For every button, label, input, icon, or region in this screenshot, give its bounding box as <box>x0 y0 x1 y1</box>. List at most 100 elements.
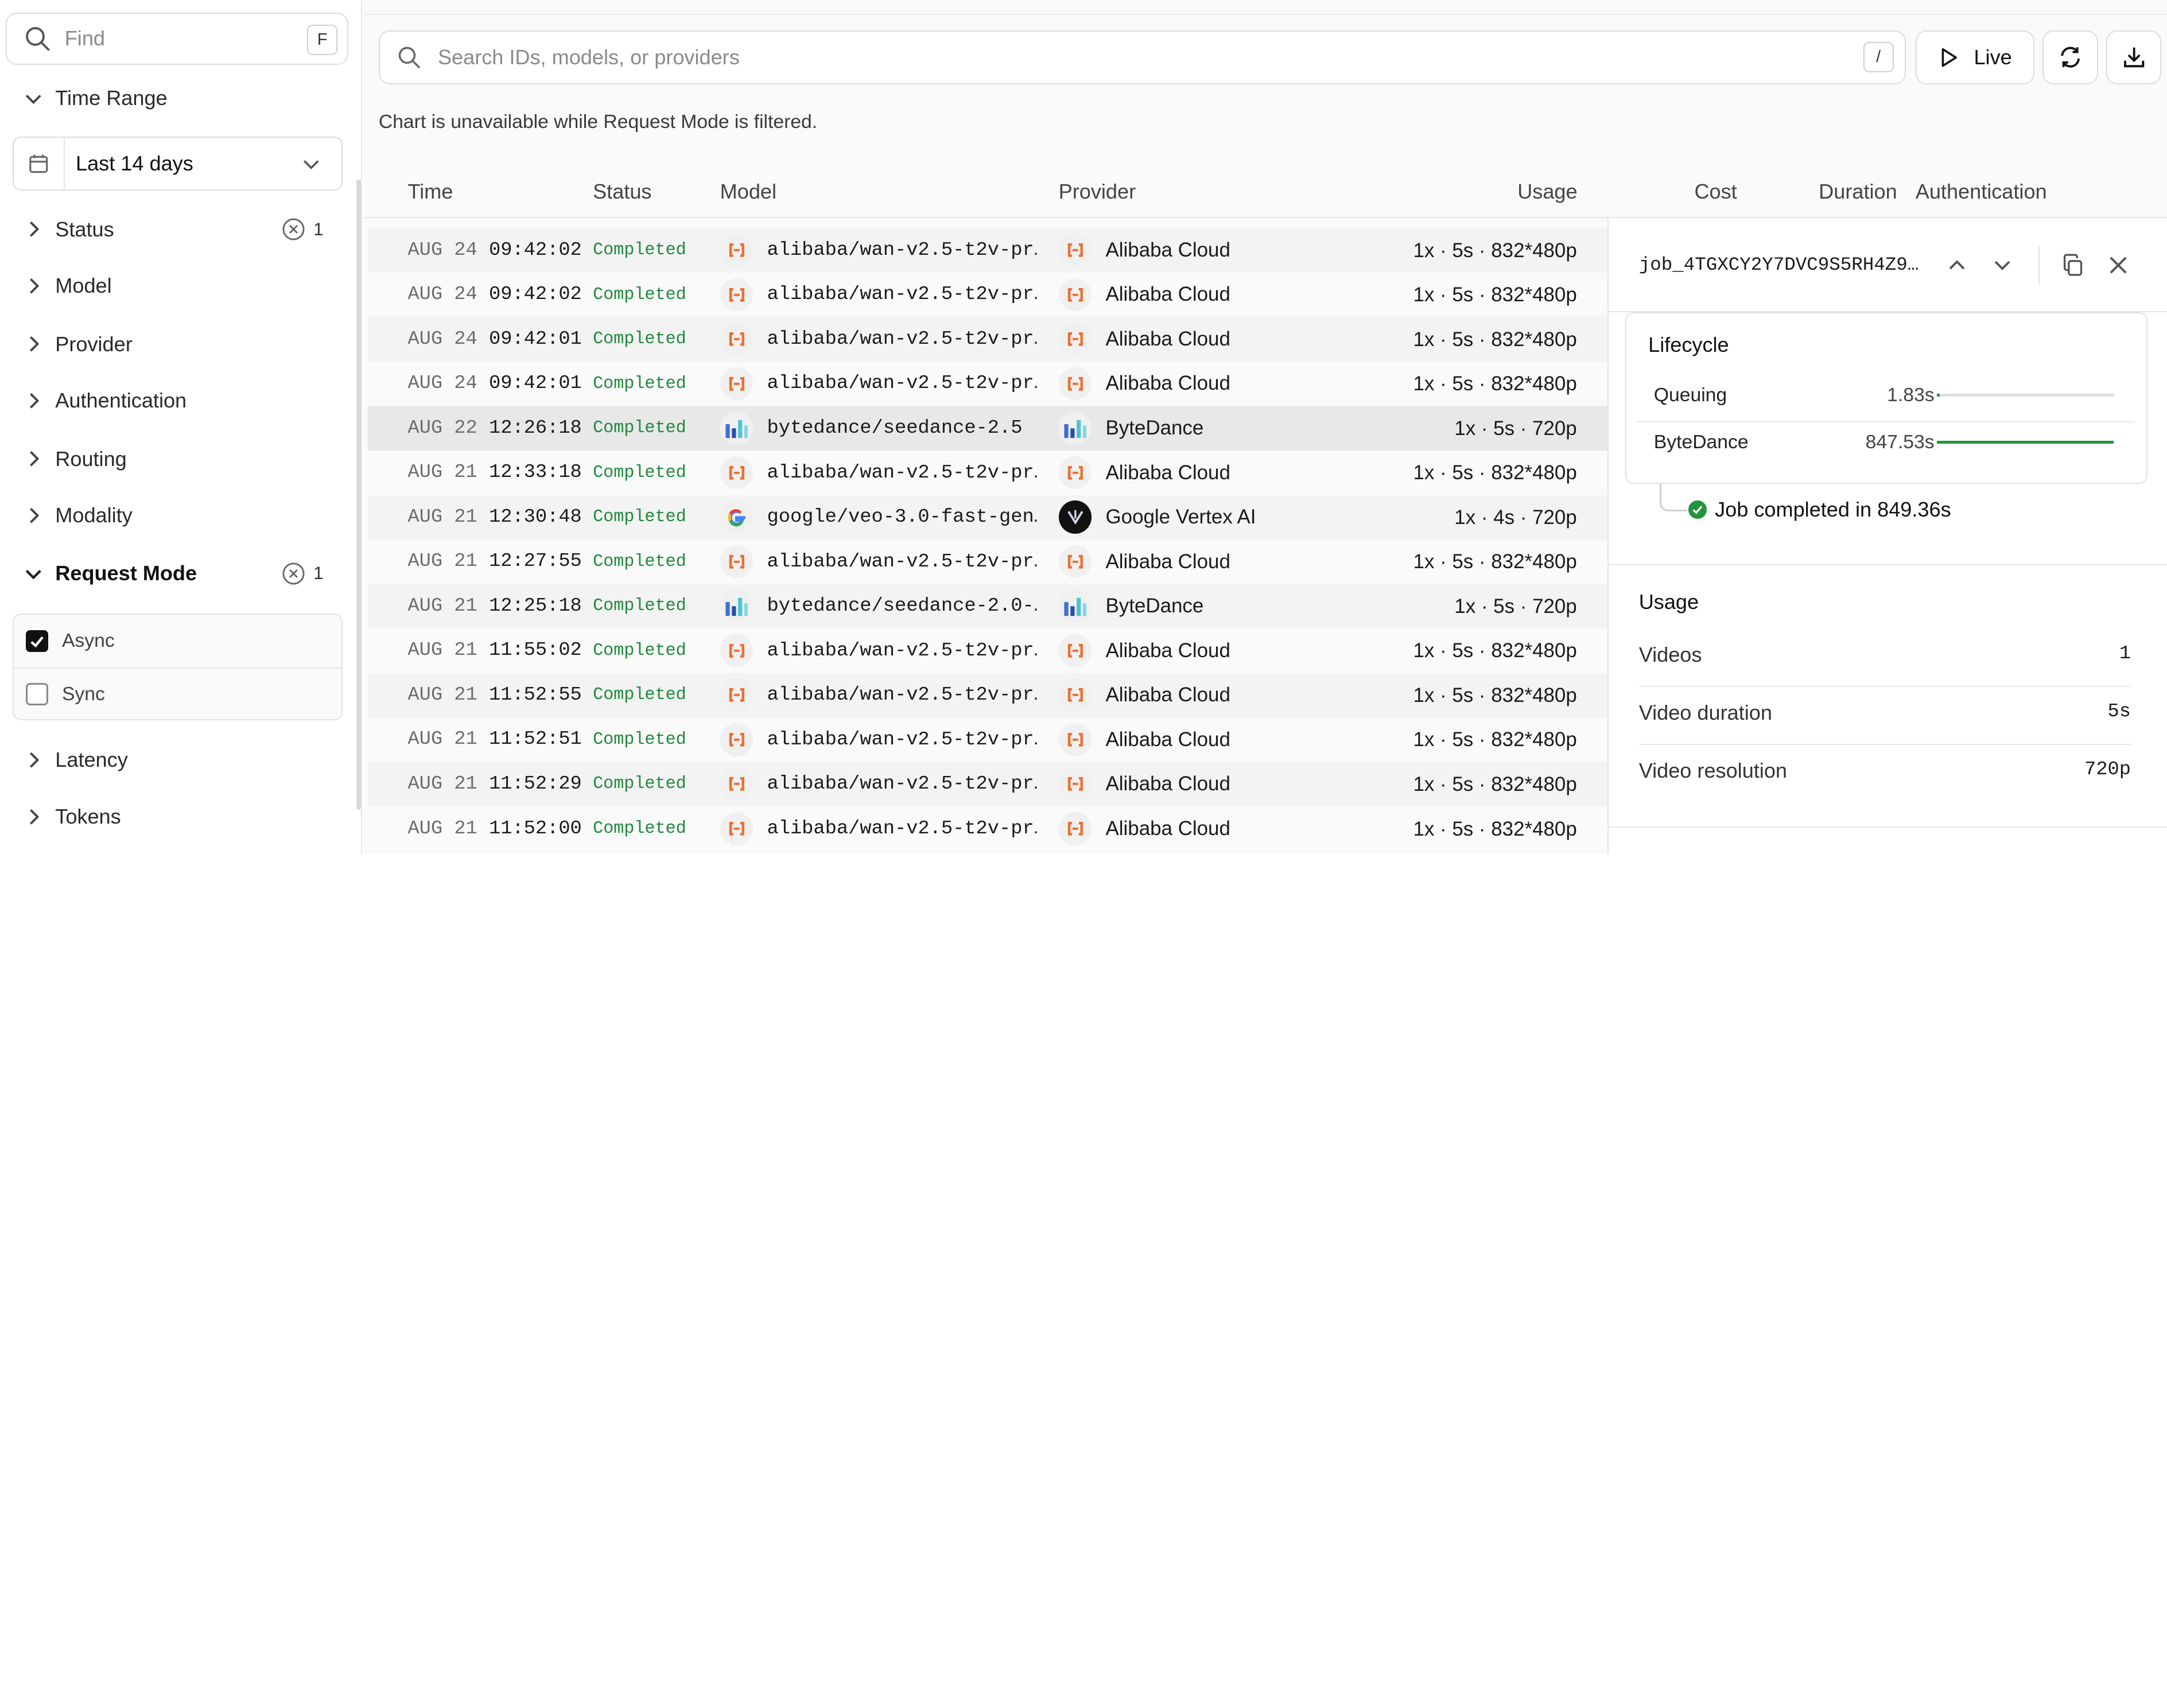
chevron-down-icon <box>22 87 45 110</box>
provider-name: Alibaba Cloud <box>1105 728 1230 751</box>
section-tokens[interactable]: Tokens <box>0 795 343 839</box>
alibaba-logo-icon <box>1058 323 1092 356</box>
provider-name: ByteDance <box>1105 595 1204 618</box>
section-modality[interactable]: Modality <box>0 494 343 538</box>
section-routing[interactable]: Routing <box>0 437 343 481</box>
alibaba-logo-icon <box>1058 634 1092 667</box>
alibaba-logo-icon <box>720 812 754 845</box>
row-clock: 12:25:18 <box>488 595 582 617</box>
status-badge: Completed <box>593 596 686 616</box>
table-row[interactable]: AUG 24 09:42:02 Completed alibaba/wan-v2.5… <box>367 228 1607 273</box>
table-row[interactable]: AUG 21 11:52:55 Completed alibaba/wan-v2.5… <box>367 673 1607 718</box>
find-input[interactable]: Find F <box>5 12 348 65</box>
column-header-provider[interactable]: Provider <box>1059 180 1136 204</box>
completed-text: Job completed in 849.36s <box>1715 497 1951 521</box>
table-row[interactable]: AUG 21 11:52:29 Completed alibaba/wan-v2.5… <box>367 762 1607 807</box>
row-usage: 1x · 5s · 720p <box>1454 595 1577 618</box>
check-circle-icon <box>1688 500 1707 519</box>
column-header-usage[interactable]: Usage <box>1517 180 1577 204</box>
table-row[interactable]: AUG 21 11:52:00 Completed alibaba/wan-v2.5… <box>368 806 1607 851</box>
alibaba-logo-icon <box>720 233 754 267</box>
row-date: AUG 21 <box>407 728 477 751</box>
status-badge: Completed <box>593 329 686 350</box>
status-badge: Completed <box>593 685 686 705</box>
section-latency[interactable]: Latency <box>0 738 343 782</box>
checkbox-checked[interactable] <box>26 630 48 653</box>
chevron-right-icon <box>22 448 45 470</box>
usage-key: Video duration <box>1638 700 1772 724</box>
column-header-cost[interactable]: Cost <box>1694 180 1737 204</box>
search-input[interactable]: Search IDs, models, or providers / <box>378 30 1906 84</box>
chevron-right-icon <box>22 390 45 412</box>
row-provider: ByteDance <box>1058 589 1204 623</box>
time-range-select[interactable]: Last 14 days <box>12 137 343 191</box>
alibaba-logo-icon <box>720 678 754 712</box>
section-time-range[interactable]: Time Range <box>0 76 343 120</box>
table-row[interactable]: AUG 21 12:30:48 Completed google/veo-3.0-f… <box>367 495 1607 540</box>
lifecycle-title: Lifecycle <box>1648 332 1729 356</box>
detail-header: job_4TGXCY2Y7DVC9S5RH4Z9… <box>1608 218 2167 313</box>
row-model: alibaba/wan-v2.5-t2v-pr… <box>720 456 1038 490</box>
table-row[interactable]: AUG 21 12:27:55 Completed alibaba/wan-v2.5… <box>368 539 1607 584</box>
row-usage: 1x · 5s · 832*480p <box>1413 328 1577 351</box>
row-provider: Alibaba Cloud <box>1058 278 1230 312</box>
row-date: AUG 21 <box>407 773 477 795</box>
model-name: alibaba/wan-v2.5-t2v-pr… <box>767 817 1038 840</box>
row-date: AUG 24 <box>407 284 477 306</box>
section-model[interactable]: Model <box>0 264 343 308</box>
time-range-value: Last 14 days <box>76 152 193 176</box>
column-header-status[interactable]: Status <box>593 180 651 204</box>
model-name: alibaba/wan-v2.5-t2v-pr… <box>767 328 1038 350</box>
chevron-up-icon[interactable] <box>1943 251 1971 279</box>
table-row[interactable]: AUG 21 12:33:18 Completed alibaba/wan-v2.5… <box>368 451 1607 495</box>
row-usage: 1x · 5s · 832*480p <box>1413 728 1577 751</box>
alibaba-logo-icon <box>720 634 754 667</box>
checkbox-unchecked[interactable] <box>26 683 48 705</box>
refresh-button[interactable] <box>2042 30 2098 84</box>
download-button[interactable] <box>2106 30 2162 84</box>
copy-icon[interactable] <box>2059 251 2087 279</box>
alibaba-logo-icon <box>1058 545 1092 579</box>
clear-filter-button[interactable]: 1 <box>282 562 324 585</box>
row-clock: 12:30:48 <box>488 506 582 528</box>
table-row[interactable]: AUG 21 11:52:51 Completed alibaba/wan-v2.5… <box>368 717 1607 762</box>
section-status[interactable]: Status 1 <box>0 207 343 251</box>
column-header-authentication[interactable]: Authentication <box>1916 180 2047 204</box>
table-row[interactable]: AUG 24 09:42:02 Completed alibaba/wan-v2.5… <box>368 273 1607 317</box>
usage-value: 5s <box>2107 700 2131 723</box>
row-clock: 12:26:18 <box>488 417 582 439</box>
sidebar-scrollbar[interactable] <box>356 180 361 810</box>
row-clock: 09:42:01 <box>488 328 582 350</box>
section-authentication[interactable]: Authentication <box>0 379 343 423</box>
option-async[interactable]: Async <box>14 615 342 667</box>
status-badge: Completed <box>593 374 686 394</box>
row-time: AUG 21 11:52:51 <box>407 728 581 750</box>
bytedance-logo-icon <box>720 589 754 623</box>
column-header-model[interactable]: Model <box>720 180 776 204</box>
row-time: AUG 21 12:25:18 <box>407 595 581 617</box>
row-model: alibaba/wan-v2.5-t2v-pr… <box>720 678 1038 712</box>
lifecycle-card: Lifecycle Queuing 1.83s ByteDance 847.53… <box>1625 312 2147 484</box>
table-row[interactable]: AUG 24 09:42:01 Completed alibaba/wan-v2.5… <box>368 362 1607 406</box>
divider <box>2038 246 2040 285</box>
alibaba-logo-icon <box>1058 723 1092 756</box>
table-row[interactable]: AUG 22 12:26:18 Completed bytedance/seedan… <box>367 406 1607 451</box>
search-placeholder: Search IDs, models, or providers <box>437 45 740 69</box>
bytedance-logo-icon <box>720 412 754 445</box>
model-name: alibaba/wan-v2.5-t2v-pr… <box>767 372 1038 395</box>
usage-row: Videos 1 <box>1638 629 2131 687</box>
section-request-mode[interactable]: Request Mode 1 <box>0 552 343 596</box>
table-row[interactable]: AUG 21 12:25:18 Completed bytedance/seedan… <box>367 584 1607 629</box>
clear-filter-button[interactable]: 1 <box>282 218 324 241</box>
section-label: Request Mode <box>55 561 197 585</box>
table-row[interactable]: AUG 24 09:42:01 Completed alibaba/wan-v2.5… <box>367 317 1607 362</box>
chevron-down-icon[interactable] <box>1989 251 2016 279</box>
close-icon[interactable] <box>2104 251 2132 279</box>
option-sync[interactable]: Sync <box>13 667 342 720</box>
table-row[interactable]: AUG 21 11:55:02 Completed alibaba/wan-v2.5… <box>368 628 1607 673</box>
live-button[interactable]: Live <box>1915 30 2034 84</box>
section-provider[interactable]: Provider <box>0 322 343 366</box>
column-header-time[interactable]: Time <box>407 180 453 204</box>
column-header-duration[interactable]: Duration <box>1819 180 1897 204</box>
status-badge: Completed <box>593 418 686 438</box>
